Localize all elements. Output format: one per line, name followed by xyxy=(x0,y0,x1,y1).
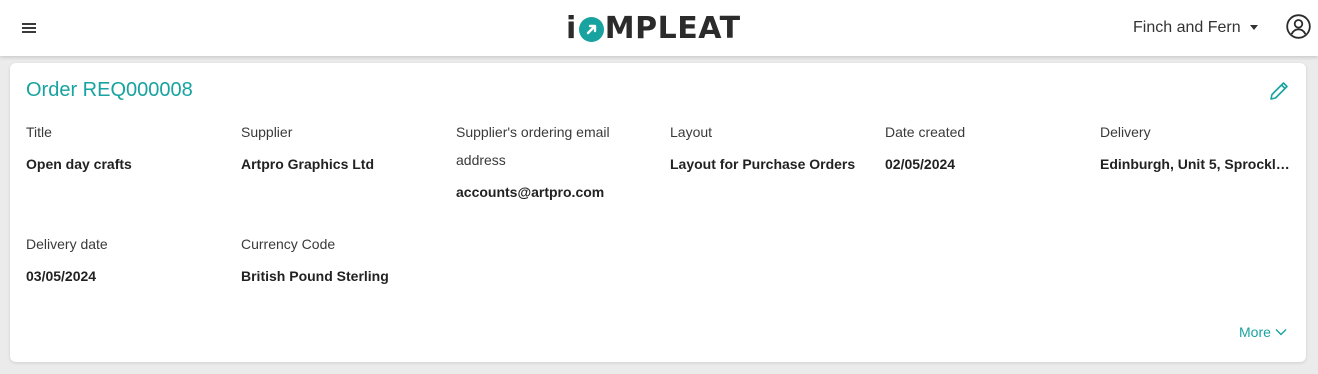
field-label: Supplier's ordering email address xyxy=(456,124,610,168)
hamburger-menu-icon[interactable] xyxy=(22,21,37,34)
order-card: Order REQ000008 Title Open day crafts Su… xyxy=(10,63,1306,362)
field-value: 02/05/2024 xyxy=(885,156,956,172)
field-label: Title xyxy=(26,124,52,140)
field-value: Artpro Graphics Ltd xyxy=(241,156,375,172)
field-label: Delivery xyxy=(1100,124,1151,140)
field-currency-code: Currency Code British Pound Sterling xyxy=(241,230,446,286)
order-title: Order REQ000008 xyxy=(26,79,193,101)
field-value: Open day crafts xyxy=(26,156,132,172)
field-value: Layout for Purchase Orders xyxy=(670,156,856,172)
caret-down-icon xyxy=(1249,24,1258,30)
field-supplier-email: Supplier's ordering email address accoun… xyxy=(456,118,636,202)
user-profile-icon[interactable] xyxy=(1286,14,1311,39)
field-delivery: Delivery Edinburgh, Unit 5, Sprocklers L… xyxy=(1100,118,1292,174)
field-label: Date created xyxy=(885,124,966,140)
logo-text-suffix: MPLEAT xyxy=(604,10,741,46)
logo-arrow-icon xyxy=(578,16,604,42)
field-title: Title Open day crafts xyxy=(26,118,231,174)
field-value: accounts@artpro.com xyxy=(456,184,605,200)
field-label: Layout xyxy=(670,124,713,140)
field-value: 03/05/2024 xyxy=(26,268,97,284)
app-logo: i MPLEAT xyxy=(566,10,741,46)
field-value: British Pound Sterling xyxy=(241,268,389,284)
account-dropdown[interactable]: Finch and Fern xyxy=(1133,19,1258,37)
field-date-created: Date created 02/05/2024 xyxy=(885,118,1090,174)
field-layout: Layout Layout for Purchase Orders xyxy=(670,118,875,174)
account-name: Finch and Fern xyxy=(1133,19,1241,36)
chevron-down-icon xyxy=(1275,329,1287,336)
more-label: More xyxy=(1239,324,1271,340)
field-label: Currency Code xyxy=(241,236,336,252)
edit-pencil-icon[interactable] xyxy=(1268,80,1290,102)
field-delivery-date: Delivery date 03/05/2024 xyxy=(26,230,231,286)
more-toggle[interactable]: More xyxy=(1239,324,1287,340)
field-value: Edinburgh, Unit 5, Sprocklers Lane xyxy=(1100,156,1292,172)
field-supplier: Supplier Artpro Graphics Ltd xyxy=(241,118,446,174)
logo-text-prefix: i xyxy=(566,10,577,46)
field-label: Delivery date xyxy=(26,236,108,252)
field-label: Supplier xyxy=(241,124,293,140)
top-navigation-bar: i MPLEAT Finch and Fern xyxy=(0,0,1318,56)
